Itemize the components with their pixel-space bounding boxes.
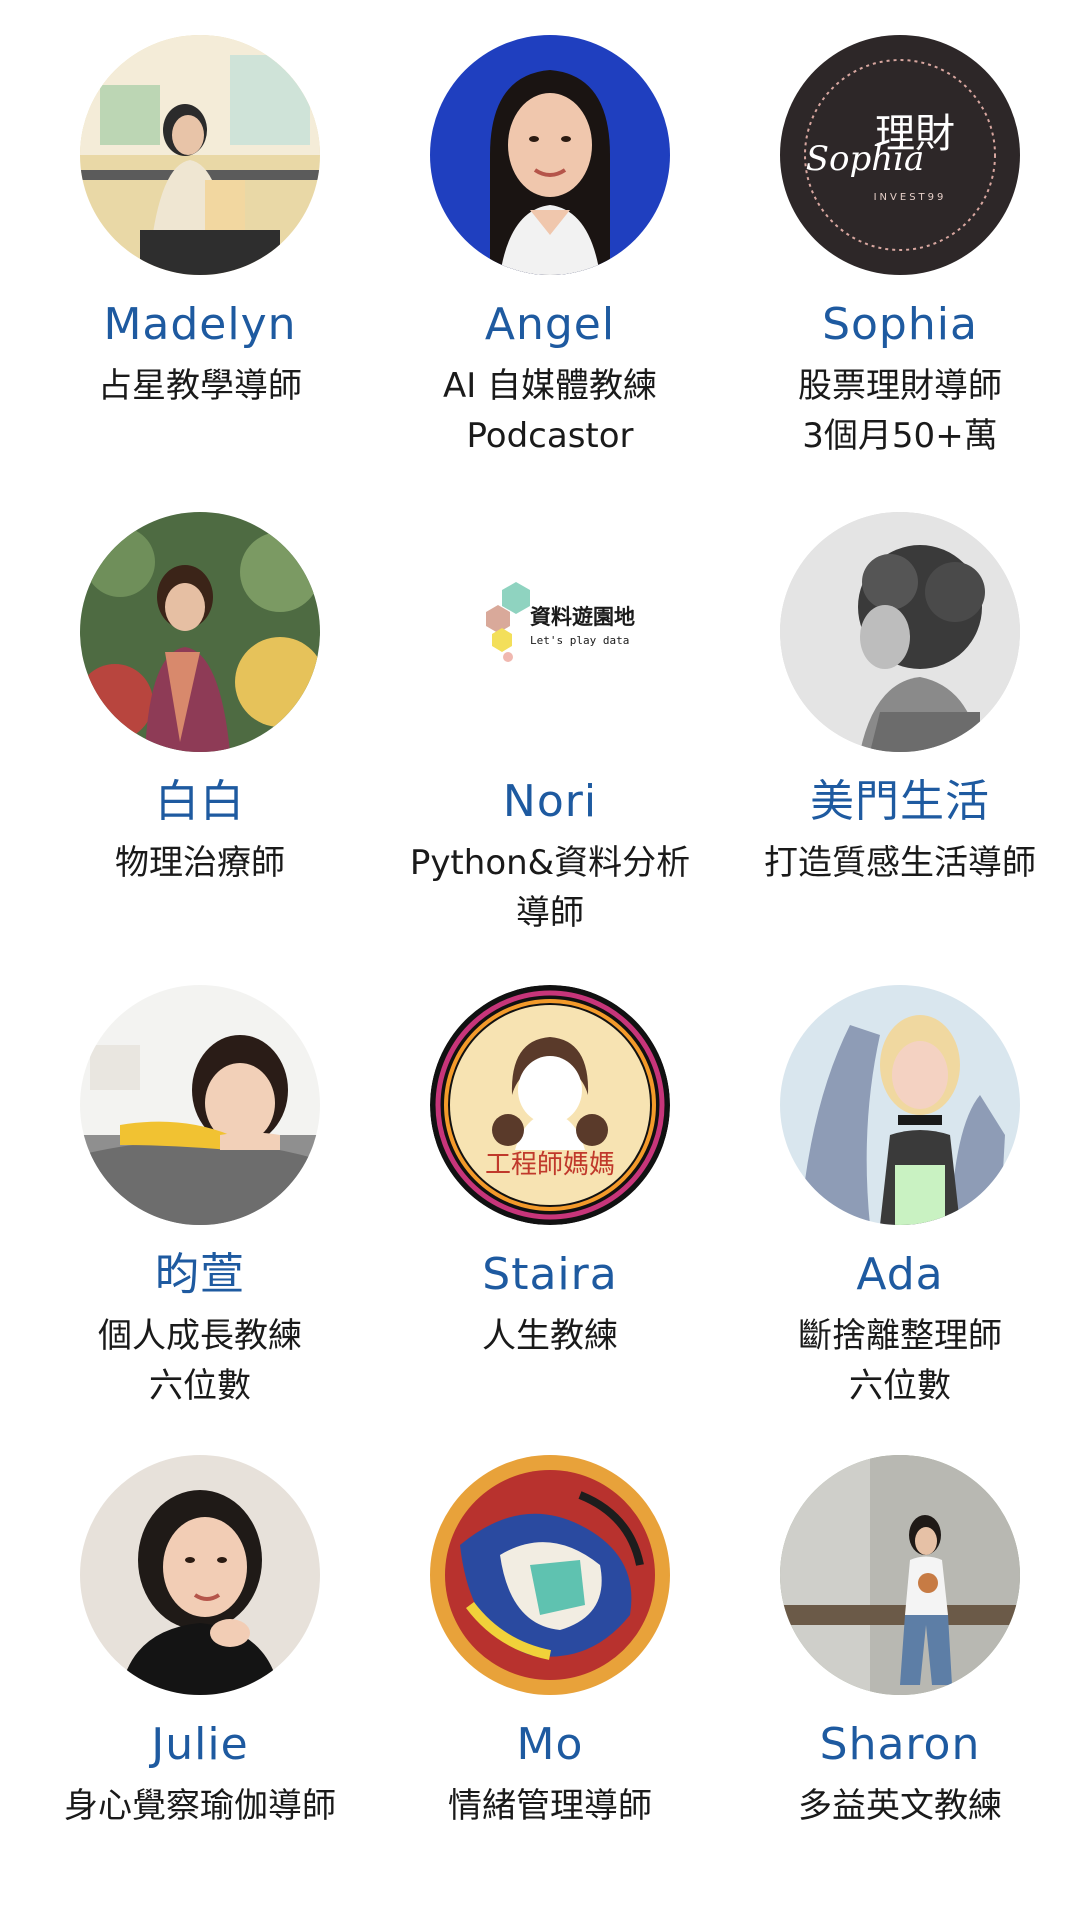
avatar bbox=[780, 1455, 1020, 1695]
coach-name: Julie bbox=[151, 1719, 249, 1770]
coach-title-line: 人生教練 bbox=[482, 1316, 618, 1356]
coach-card-nori[interactable]: 資料遊園地 Let's play data Nori Python&資料分析 導… bbox=[370, 512, 730, 982]
coach-name: 美門生活 bbox=[810, 776, 990, 827]
coach-name: Nori bbox=[502, 776, 598, 827]
nori-logo: 資料遊園地 Let's play data bbox=[430, 512, 670, 752]
coach-name: Sharon bbox=[819, 1719, 981, 1770]
avatar bbox=[80, 512, 320, 752]
avatar bbox=[80, 1455, 320, 1695]
logo-text-cn: 資料遊園地 bbox=[530, 605, 635, 629]
avatar bbox=[780, 512, 1020, 752]
coach-title-line: 多益英文教練 bbox=[798, 1786, 1002, 1826]
coach-title-line: 身心覺察瑜伽導師 bbox=[64, 1786, 336, 1826]
coach-title-line: 占星教學導師 bbox=[98, 366, 302, 406]
avatar bbox=[80, 985, 320, 1225]
coach-title: 身心覺察瑜伽導師 bbox=[20, 1781, 380, 1831]
avatar-photo bbox=[430, 35, 670, 275]
avatar: 工程師媽媽 bbox=[430, 985, 670, 1225]
avatar bbox=[80, 35, 320, 275]
avatar bbox=[780, 985, 1020, 1225]
coach-title: 物理治療師 bbox=[20, 838, 380, 888]
coach-title: 多益英文教練 bbox=[720, 1781, 1080, 1831]
coach-name: 白白 bbox=[155, 776, 245, 827]
coach-card-angel[interactable]: Angel AI 自媒體教練 Podcastor bbox=[370, 35, 730, 505]
sophia-logo: 理財 Sophia INVEST99 bbox=[780, 35, 1020, 275]
coach-card-mo[interactable]: Mo 情緒管理導師 bbox=[370, 1455, 730, 1925]
coach-name: Angel bbox=[484, 299, 616, 350]
staira-logo: 工程師媽媽 bbox=[430, 985, 670, 1225]
coach-card-sharon[interactable]: Sharon 多益英文教練 bbox=[720, 1455, 1080, 1925]
avatar bbox=[430, 1455, 670, 1695]
coach-title: 人生教練 bbox=[370, 1311, 730, 1361]
coach-card-staira[interactable]: 工程師媽媽 Staira 人生教練 bbox=[370, 985, 730, 1455]
coach-name: Staira bbox=[482, 1249, 618, 1300]
coach-name: Sophia bbox=[822, 299, 978, 350]
coach-title-line: 六位數 bbox=[149, 1366, 251, 1406]
avatar-photo bbox=[780, 512, 1020, 752]
logo-text-sophia: Sophia bbox=[806, 139, 925, 179]
coach-card-ada[interactable]: Ada 斷捨離整理師 六位數 bbox=[720, 985, 1080, 1455]
coach-title-line: 3個月50+萬 bbox=[802, 416, 998, 456]
coach-card-julie[interactable]: Julie 身心覺察瑜伽導師 bbox=[20, 1455, 380, 1925]
coach-title: Python&資料分析 導師 bbox=[370, 838, 730, 938]
coach-name: Mo bbox=[516, 1719, 584, 1770]
logo-text-invest: INVEST99 bbox=[874, 192, 947, 203]
coach-title-line: 股票理財導師 bbox=[798, 366, 1002, 406]
coach-grid: Madelyn 占星教學導師 Angel AI 自媒體教練 Podcastor bbox=[0, 0, 1080, 1920]
coach-title: 斷捨離整理師 六位數 bbox=[720, 1311, 1080, 1411]
coach-title: 打造質感生活導師 bbox=[720, 838, 1080, 888]
avatar: 理財 Sophia INVEST99 bbox=[780, 35, 1020, 275]
logo-text-en: Let's play data bbox=[530, 634, 629, 647]
coach-title-line: 斷捨離整理師 bbox=[798, 1316, 1002, 1356]
avatar: 資料遊園地 Let's play data bbox=[430, 512, 670, 752]
coach-title: AI 自媒體教練 Podcastor bbox=[370, 361, 730, 461]
coach-name: Ada bbox=[856, 1249, 944, 1300]
avatar-photo bbox=[80, 35, 320, 275]
coach-title: 情緒管理導師 bbox=[370, 1781, 730, 1831]
avatar-artwork bbox=[430, 1455, 670, 1695]
coach-name: Madelyn bbox=[103, 299, 297, 350]
coach-title-line: 個人成長教練 bbox=[98, 1316, 302, 1356]
coach-title-line: 打造質感生活導師 bbox=[764, 843, 1036, 883]
coach-title-line: 導師 bbox=[516, 893, 584, 933]
coach-card-yunxuan[interactable]: 昀萱 個人成長教練 六位數 bbox=[20, 985, 380, 1455]
coach-card-sophia[interactable]: 理財 Sophia INVEST99 Sophia 股票理財導師 3個月50+萬 bbox=[720, 35, 1080, 505]
avatar-photo bbox=[80, 985, 320, 1225]
coach-title-line: AI 自媒體教練 bbox=[442, 366, 658, 406]
coach-title-line: Podcastor bbox=[466, 416, 634, 456]
coach-title-line: 物理治療師 bbox=[115, 843, 285, 883]
coach-title-line: Python&資料分析 bbox=[409, 843, 691, 883]
coach-card-baibai[interactable]: 白白 物理治療師 bbox=[20, 512, 380, 982]
avatar-photo bbox=[80, 512, 320, 752]
coach-card-meimen[interactable]: 美門生活 打造質感生活導師 bbox=[720, 512, 1080, 982]
coach-title: 股票理財導師 3個月50+萬 bbox=[720, 361, 1080, 461]
avatar-photo bbox=[780, 985, 1020, 1225]
coach-title: 個人成長教練 六位數 bbox=[20, 1311, 380, 1411]
coach-title-line: 六位數 bbox=[849, 1366, 951, 1406]
coach-title: 占星教學導師 bbox=[20, 361, 380, 411]
avatar-photo bbox=[780, 1455, 1020, 1695]
coach-name: 昀萱 bbox=[155, 1249, 245, 1300]
avatar bbox=[430, 35, 670, 275]
coach-title-line: 情緒管理導師 bbox=[448, 1786, 652, 1826]
coach-card-madelyn[interactable]: Madelyn 占星教學導師 bbox=[20, 35, 380, 505]
avatar-photo bbox=[80, 1455, 320, 1695]
logo-text: 工程師媽媽 bbox=[485, 1150, 615, 1180]
